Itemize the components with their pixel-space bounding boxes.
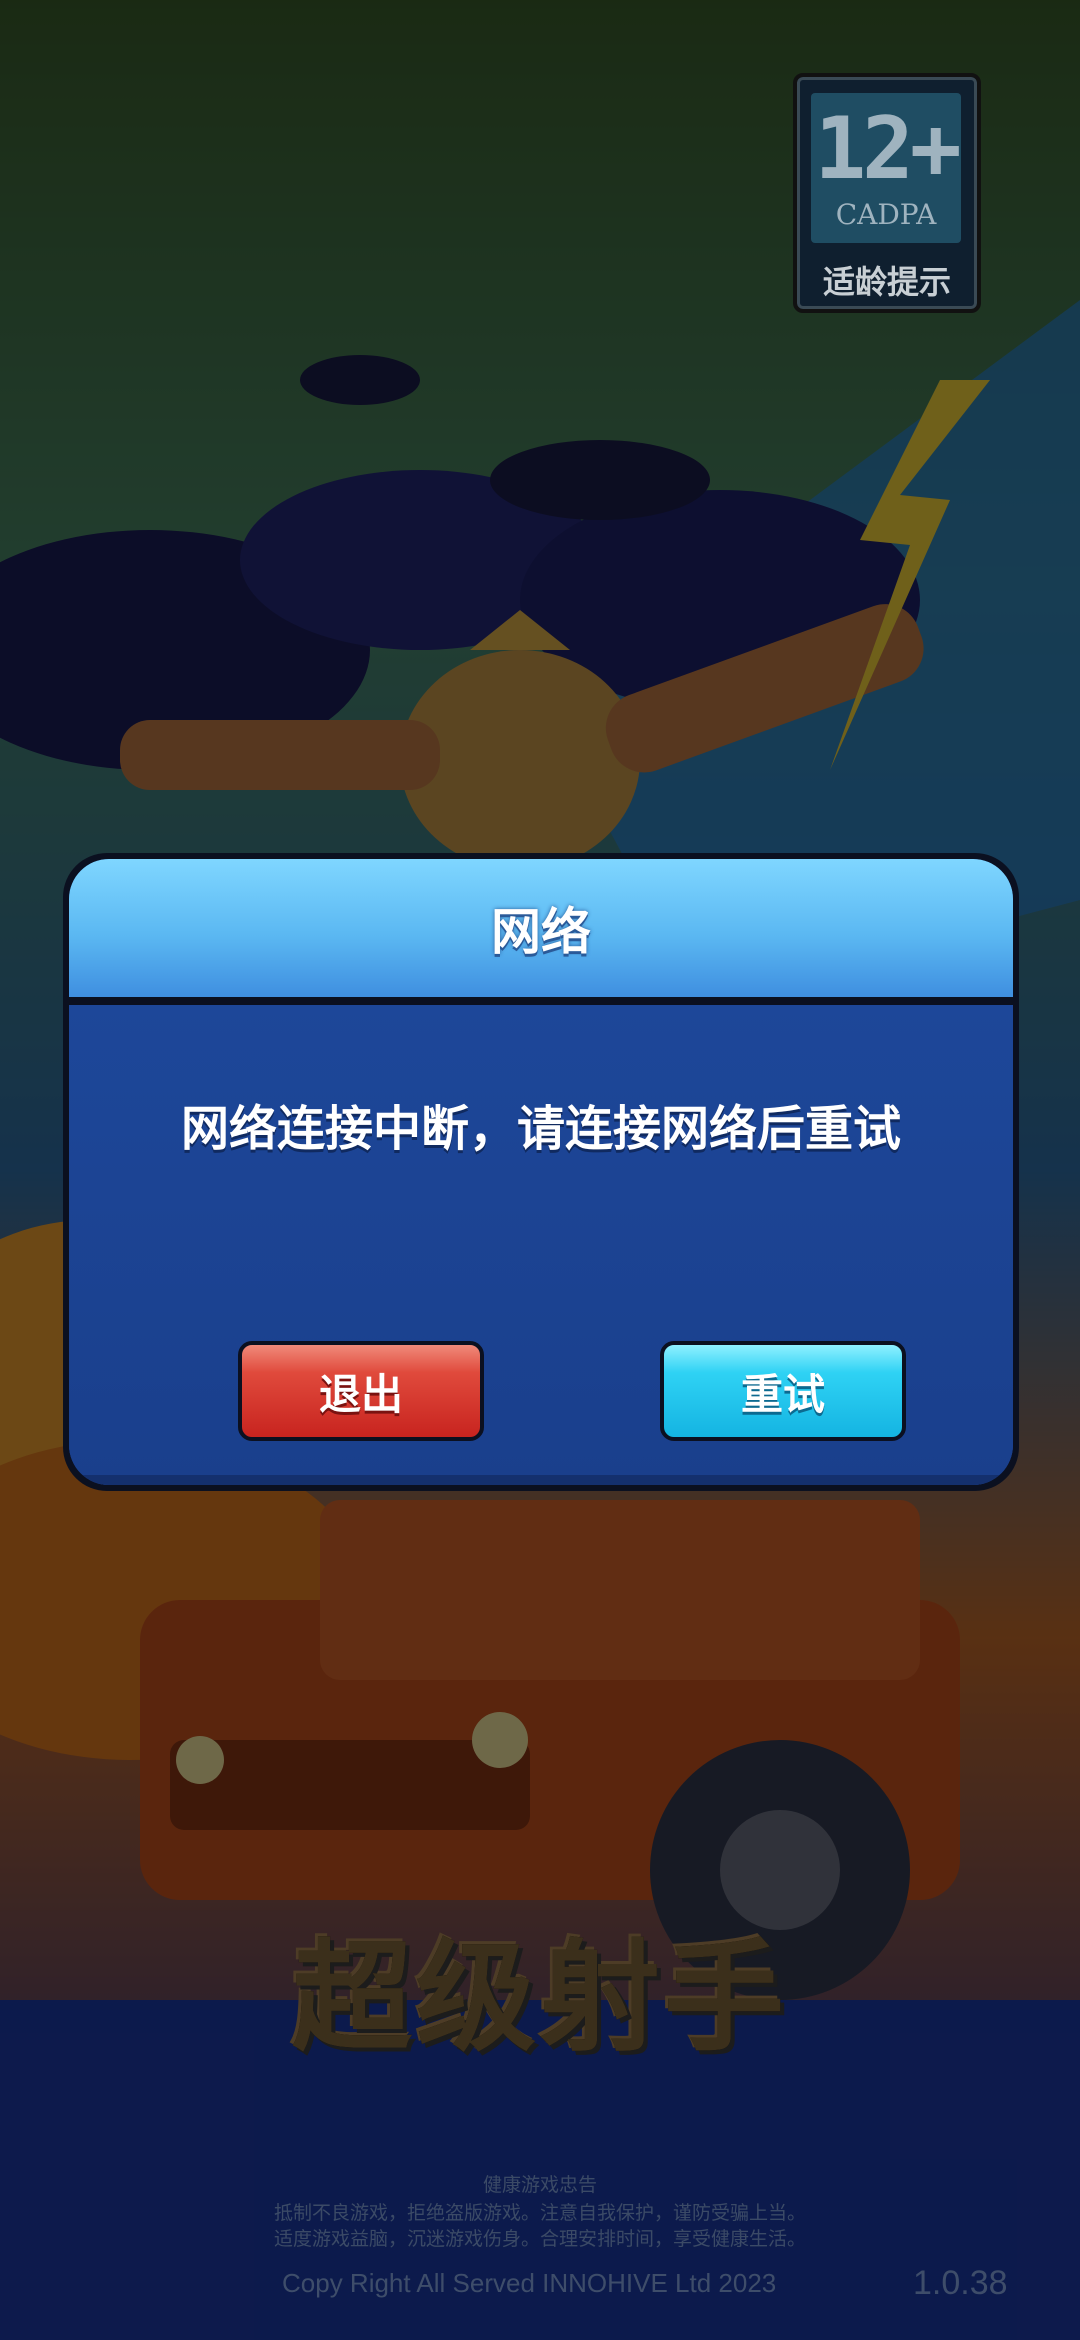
dialog-message: 网络连接中断，请连接网络后重试 — [180, 1101, 901, 1157]
age-rating-number: 12+ — [814, 98, 961, 199]
copyright-text: Copy Right All Served INNOHIVE Ltd 2023 — [282, 2268, 777, 2298]
retry-button-label: 重试 — [740, 1369, 825, 1419]
dialog-body: 网络连接中断，请连接网络后重试 退出 重试 — [69, 1005, 1013, 1485]
retry-button[interactable]: 重试 — [660, 1341, 906, 1441]
exit-button-label: 退出 — [318, 1369, 403, 1419]
dialog-header: 网络 — [69, 859, 1013, 1005]
age-rating-badge: 12+ CADPA 适龄提示 — [793, 73, 981, 313]
age-rating-hint: 适龄提示 — [822, 263, 951, 301]
game-logo: 超级射手 — [292, 1929, 788, 2068]
age-rating-org: CADPA — [835, 197, 937, 231]
health-advice-line-2: 适度游戏益脑，沉迷游戏伤身。合理安排时间，享受健康生活。 — [273, 2228, 806, 2250]
health-advice-line-1: 抵制不良游戏，拒绝盗版游戏。注意自我保护，谨防受骗上当。 — [273, 2202, 806, 2224]
dialog-title: 网络 — [491, 903, 591, 961]
exit-button[interactable]: 退出 — [238, 1341, 484, 1441]
health-advice-title: 健康游戏忠告 — [482, 2174, 597, 2196]
version-label: 1.0.38 — [913, 2264, 1008, 2302]
network-error-dialog: 网络 网络连接中断，请连接网络后重试 退出 重试 — [63, 853, 1019, 1491]
